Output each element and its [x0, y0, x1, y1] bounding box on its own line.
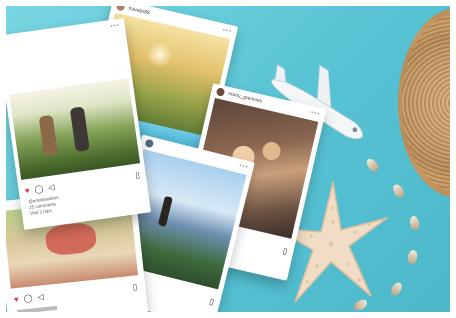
photo-frame: travelpi88 ••• ♡ ◯ ▯ marty_grennies ••• …: [6, 6, 450, 312]
more-options-icon: •••: [221, 27, 233, 36]
heart-icon: ♥: [13, 294, 20, 304]
bookmark-icon: ▯: [132, 281, 138, 292]
comment-icon: ◯: [23, 292, 33, 303]
share-icon: ◁: [47, 181, 55, 192]
bookmark-icon: ▯: [208, 296, 216, 307]
post-photo: [9, 78, 141, 180]
comment-icon: ◯: [33, 183, 44, 194]
more-options-icon: •••: [310, 109, 321, 118]
avatar: [115, 6, 126, 12]
caption-placeholder: [17, 305, 58, 312]
bookmark-icon: ▯: [134, 169, 141, 180]
bookmark-icon: ▯: [282, 245, 289, 256]
more-options-icon: •••: [110, 22, 121, 30]
post-username: travelpi88: [127, 6, 151, 17]
heart-icon: ♥: [24, 185, 31, 195]
more-options-icon: •••: [238, 162, 250, 172]
avatar: [215, 87, 226, 97]
share-icon: ◁: [36, 291, 45, 302]
avatar: [144, 138, 155, 149]
